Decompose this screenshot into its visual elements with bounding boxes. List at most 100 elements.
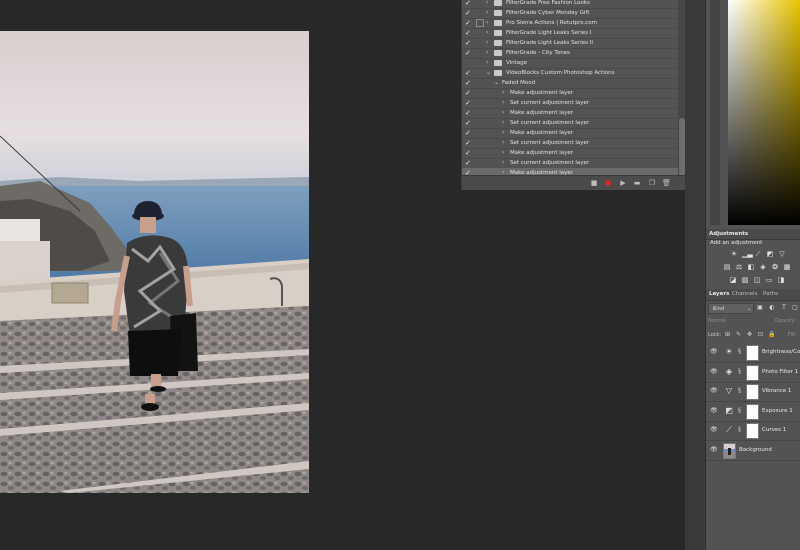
layer-mask-thumbnail[interactable] (746, 364, 759, 381)
toggle-check-icon[interactable]: ✓ (465, 89, 473, 97)
vibrance-icon[interactable]: ▽ (778, 250, 786, 258)
delete-icon[interactable]: 🗑 (662, 179, 671, 187)
chevron-right-icon[interactable]: › (486, 29, 488, 37)
chevron-right-icon[interactable]: › (486, 19, 488, 27)
toggle-check-icon[interactable]: ✓ (465, 119, 473, 127)
gradient-map-icon[interactable]: ▭ (765, 276, 773, 284)
channel-mixer-icon[interactable]: ❂ (771, 263, 779, 271)
filter-type-icon[interactable]: T (780, 303, 788, 312)
chevron-right-icon[interactable]: › (486, 49, 488, 57)
filter-adjustment-icon[interactable]: ◐ (768, 303, 776, 312)
visibility-eye-icon[interactable]: 👁 (710, 446, 718, 454)
tab-channels[interactable]: Channels (732, 290, 757, 298)
chevron-right-icon[interactable]: › (486, 9, 488, 17)
chevron-right-icon[interactable]: › (502, 109, 504, 117)
chevron-right-icon[interactable]: › (502, 139, 504, 147)
dialog-toggle-icon[interactable] (476, 59, 484, 67)
dialog-toggle-icon[interactable] (476, 149, 484, 157)
chain-link-icon[interactable]: § (738, 426, 741, 434)
chevron-right-icon[interactable]: › (486, 0, 488, 7)
lock-position-icon[interactable]: ✥ (746, 331, 753, 338)
dialog-toggle-icon[interactable] (476, 0, 484, 7)
toggle-check-icon[interactable]: ✓ (465, 109, 473, 117)
layer-mask-thumbnail[interactable] (746, 384, 759, 400)
posterize-icon[interactable]: ▨ (741, 276, 749, 284)
tab-paths[interactable]: Paths (763, 290, 778, 298)
filter-shape-icon[interactable]: ▢ (791, 303, 799, 312)
toggle-check-icon[interactable]: ✓ (465, 129, 473, 137)
dialog-toggle-icon[interactable] (476, 69, 484, 77)
toggle-check-icon[interactable]: ✓ (465, 149, 473, 157)
visibility-eye-icon[interactable]: 👁 (710, 348, 718, 356)
toggle-check-icon[interactable]: ✓ (465, 99, 473, 107)
play-icon[interactable]: ▶ (619, 179, 627, 187)
blend-mode-select[interactable]: Normal (708, 318, 726, 324)
dialog-toggle-icon[interactable] (476, 79, 484, 87)
toggle-check-icon[interactable]: ✓ (465, 0, 473, 7)
layer-image-thumbnail[interactable] (723, 442, 736, 459)
tab-layers[interactable]: Layers (709, 290, 729, 298)
layer-row[interactable]: 👁 ◈ § Photo Filter 1 (706, 363, 800, 383)
dialog-toggle-icon[interactable] (476, 99, 484, 107)
dialog-toggle-icon[interactable] (476, 139, 484, 147)
layer-mask-thumbnail[interactable] (746, 423, 759, 439)
chevron-right-icon[interactable]: › (502, 129, 504, 137)
visibility-eye-icon[interactable]: 👁 (710, 387, 718, 395)
black-white-icon[interactable]: ◧ (747, 263, 755, 271)
layer-name[interactable]: Vibrance 1 (762, 387, 791, 395)
layer-name[interactable]: Background (739, 446, 772, 454)
dialog-toggle-icon[interactable] (476, 89, 484, 97)
chevron-right-icon[interactable]: › (486, 39, 488, 47)
layer-name[interactable]: Photo Filter 1 (762, 368, 798, 376)
layer-row[interactable]: 👁 ☀ § Brightness/Contrast 1 (706, 343, 800, 363)
layer-row[interactable]: 👁 Background (706, 441, 800, 461)
color-balance-icon[interactable]: ⚖ (735, 263, 743, 271)
hue-slider[interactable] (710, 0, 720, 225)
curves-icon[interactable]: ⟋ (754, 250, 762, 258)
threshold-icon[interactable]: ◫ (753, 276, 761, 284)
chevron-right-icon[interactable]: › (502, 99, 504, 107)
lock-all-icon[interactable]: 🔒 (768, 331, 775, 338)
lock-transparent-icon[interactable]: ⊞ (724, 331, 731, 338)
chevron-right-icon[interactable]: › (502, 149, 504, 157)
selective-color-icon[interactable]: ◨ (777, 276, 785, 284)
layer-row[interactable]: 👁 ▽ § Vibrance 1 (706, 382, 800, 402)
new-set-icon[interactable]: ▬ (633, 179, 641, 187)
layer-name[interactable]: Brightness/Contrast 1 (762, 348, 800, 356)
brightness-icon[interactable]: ☀ (730, 250, 738, 258)
toggle-check-icon[interactable]: ✓ (465, 139, 473, 147)
layer-mask-thumbnail[interactable] (746, 345, 759, 361)
toggle-check-icon[interactable]: ✓ (465, 159, 473, 167)
visibility-eye-icon[interactable]: 👁 (710, 407, 718, 415)
hue-saturation-icon[interactable]: ▤ (723, 263, 731, 271)
dialog-toggle-icon[interactable] (476, 9, 484, 17)
new-action-icon[interactable]: ❐ (648, 179, 656, 187)
visibility-eye-icon[interactable]: 👁 (710, 426, 718, 434)
dialog-toggle-icon[interactable] (476, 119, 484, 127)
dialog-toggle-icon[interactable] (476, 29, 484, 37)
dialog-toggle-icon[interactable] (476, 49, 484, 57)
color-lookup-icon[interactable]: ▦ (783, 263, 791, 271)
lock-artboard-icon[interactable]: ⊡ (757, 331, 764, 338)
chain-link-icon[interactable]: § (738, 407, 741, 415)
dialog-toggle-icon[interactable] (476, 159, 484, 167)
stop-icon[interactable]: ■ (590, 179, 598, 187)
chevron-right-icon[interactable]: › (502, 119, 504, 127)
filter-pixel-icon[interactable]: ▣ (756, 303, 764, 312)
dialog-toggle-icon[interactable] (476, 109, 484, 117)
toggle-check-icon[interactable]: ✓ (465, 19, 473, 27)
color-picker-field[interactable] (728, 0, 800, 225)
chain-link-icon[interactable]: § (738, 348, 741, 356)
chevron-right-icon[interactable]: › (502, 89, 504, 97)
record-icon[interactable] (604, 179, 612, 187)
layer-row[interactable]: 👁 ◩ § Exposure 1 (706, 402, 800, 422)
toggle-check-icon[interactable]: ✓ (465, 49, 473, 57)
layer-row[interactable]: 👁 ⟋ § Curves 1 (706, 421, 800, 441)
chevron-down-icon[interactable]: ⌄ (494, 79, 499, 87)
toggle-check-icon[interactable]: ✓ (465, 79, 473, 87)
layer-name[interactable]: Curves 1 (762, 426, 786, 434)
dialog-toggle-icon[interactable] (476, 39, 484, 47)
chain-link-icon[interactable]: § (738, 387, 741, 395)
chevron-right-icon[interactable]: › (486, 59, 488, 67)
photo-filter-icon[interactable]: ◈ (759, 263, 767, 271)
